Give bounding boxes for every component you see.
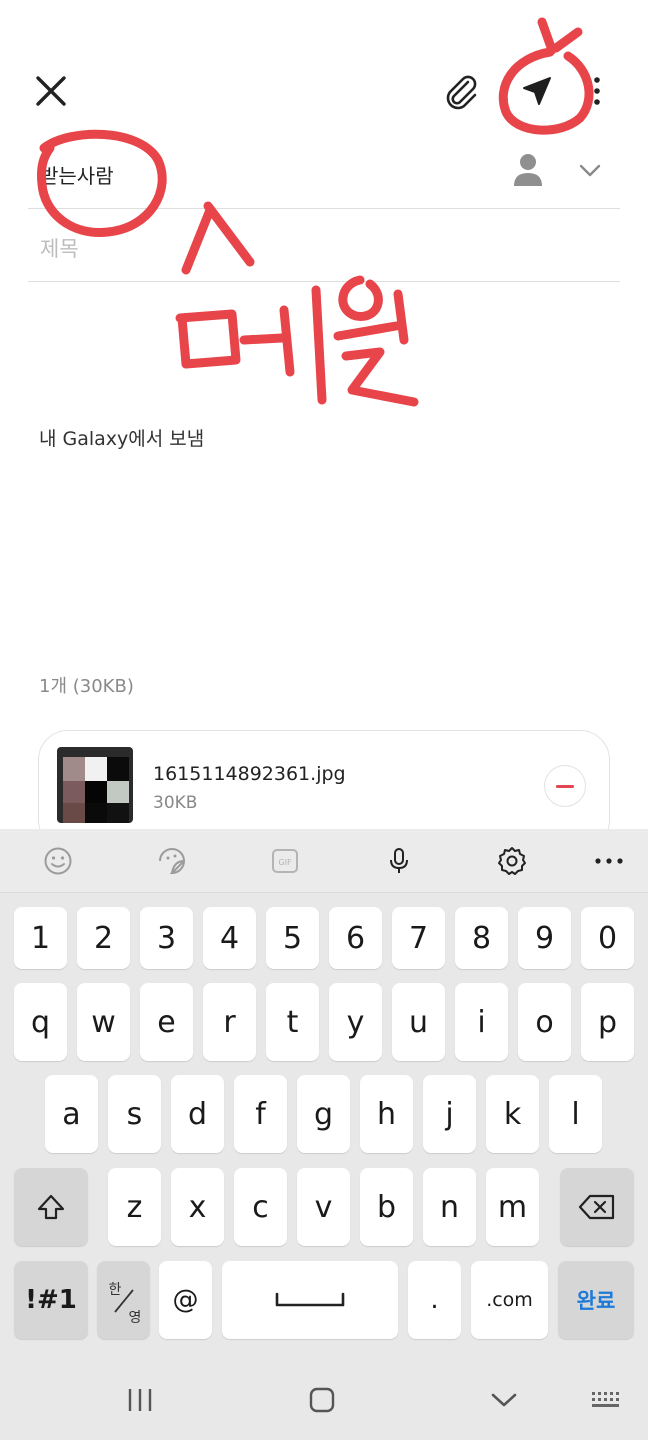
keyboard-hide-button[interactable] [588, 1383, 624, 1417]
key-b[interactable]: b [360, 1168, 413, 1246]
recipient-field[interactable]: 받는사람 [28, 130, 620, 209]
gif-icon[interactable]: GIF [267, 843, 303, 879]
symbols-key[interactable]: !#1 [14, 1261, 88, 1339]
language-key[interactable]: 한 영 [97, 1261, 150, 1339]
key-v[interactable]: v [297, 1168, 350, 1246]
key-q[interactable]: q [14, 983, 67, 1061]
key-u[interactable]: u [392, 983, 445, 1061]
key-t[interactable]: t [266, 983, 319, 1061]
gif-label: GIF [278, 858, 292, 867]
subject-field[interactable]: 제목 [28, 209, 620, 282]
back-button[interactable] [488, 1383, 520, 1417]
recent-apps-icon [128, 1389, 152, 1411]
dotcom-key[interactable]: .com [471, 1261, 548, 1339]
email-signature[interactable]: 내 Galaxy에서 보냄 [39, 424, 204, 451]
home-button[interactable] [306, 1383, 338, 1417]
space-icon [275, 1292, 345, 1307]
done-key[interactable]: 완료 [558, 1261, 634, 1339]
emoji-icon[interactable] [40, 843, 76, 879]
language-key-top: 한 [108, 1282, 121, 1298]
key-7[interactable]: 7 [392, 907, 445, 969]
shift-icon [37, 1194, 65, 1220]
subject-placeholder: 제목 [40, 237, 79, 261]
send-button[interactable] [508, 62, 566, 120]
backspace-icon [578, 1194, 615, 1220]
attachment-thumbnail [57, 747, 133, 823]
settings-icon[interactable] [494, 843, 530, 879]
key-s[interactable]: s [108, 1075, 161, 1153]
space-key[interactable] [222, 1261, 398, 1339]
key-y[interactable]: y [329, 983, 382, 1061]
send-icon [523, 77, 551, 105]
attachment-summary: 1개 (30KB) [39, 676, 134, 697]
at-key[interactable]: @ [159, 1261, 212, 1339]
key-r[interactable]: r [203, 983, 256, 1061]
key-5[interactable]: 5 [266, 907, 319, 969]
sticker-icon[interactable] [154, 843, 190, 879]
key-x[interactable]: x [171, 1168, 224, 1246]
more-icon[interactable] [591, 843, 627, 879]
key-8[interactable]: 8 [455, 907, 508, 969]
chevron-down-icon[interactable] [576, 156, 604, 184]
key-d[interactable]: d [171, 1075, 224, 1153]
key-i[interactable]: i [455, 983, 508, 1061]
chevron-down-icon [491, 1393, 517, 1407]
key-a[interactable]: a [45, 1075, 98, 1153]
shift-key[interactable] [14, 1168, 88, 1246]
microphone-icon[interactable] [381, 843, 417, 879]
key-h[interactable]: h [360, 1075, 413, 1153]
key-j[interactable]: j [423, 1075, 476, 1153]
contact-icon[interactable] [512, 152, 544, 188]
keyboard: GIF 1 2 3 4 5 6 7 8 9 0 q w e r t y u i … [0, 829, 648, 1440]
compose-toolbar [0, 0, 648, 140]
language-switch-icon: 한 영 [108, 1282, 141, 1326]
key-4[interactable]: 4 [203, 907, 256, 969]
key-l[interactable]: l [549, 1075, 602, 1153]
key-f[interactable]: f [234, 1075, 287, 1153]
paperclip-icon [446, 75, 477, 110]
key-p[interactable]: p [581, 983, 634, 1061]
close-icon [36, 76, 66, 106]
key-1[interactable]: 1 [14, 907, 67, 969]
keyboard-icon [592, 1392, 619, 1407]
key-k[interactable]: k [486, 1075, 539, 1153]
key-c[interactable]: c [234, 1168, 287, 1246]
system-navigation-bar [0, 1359, 648, 1440]
key-0[interactable]: 0 [581, 907, 634, 969]
keyboard-toolbar: GIF [0, 829, 648, 893]
key-z[interactable]: z [108, 1168, 161, 1246]
key-m[interactable]: m [486, 1168, 539, 1246]
backspace-key[interactable] [560, 1168, 634, 1246]
key-9[interactable]: 9 [518, 907, 571, 969]
attachment-file-name: 1615114892361.jpg [153, 763, 346, 785]
key-2[interactable]: 2 [77, 907, 130, 969]
attachment-file-size: 30KB [153, 793, 198, 813]
more-options-button[interactable] [580, 64, 614, 118]
key-g[interactable]: g [297, 1075, 350, 1153]
key-o[interactable]: o [518, 983, 571, 1061]
language-key-bottom: 영 [128, 1310, 141, 1326]
key-n[interactable]: n [423, 1168, 476, 1246]
key-6[interactable]: 6 [329, 907, 382, 969]
key-w[interactable]: w [77, 983, 130, 1061]
recent-apps-button[interactable] [124, 1383, 156, 1417]
attach-button[interactable] [434, 64, 488, 118]
key-3[interactable]: 3 [140, 907, 193, 969]
period-key[interactable]: . [408, 1261, 461, 1339]
close-button[interactable] [24, 64, 78, 118]
minus-icon [556, 784, 574, 788]
home-icon [309, 1387, 335, 1413]
key-e[interactable]: e [140, 983, 193, 1061]
more-vertical-icon [594, 77, 600, 105]
remove-attachment-button[interactable] [544, 765, 586, 807]
recipient-label: 받는사람 [40, 164, 114, 188]
